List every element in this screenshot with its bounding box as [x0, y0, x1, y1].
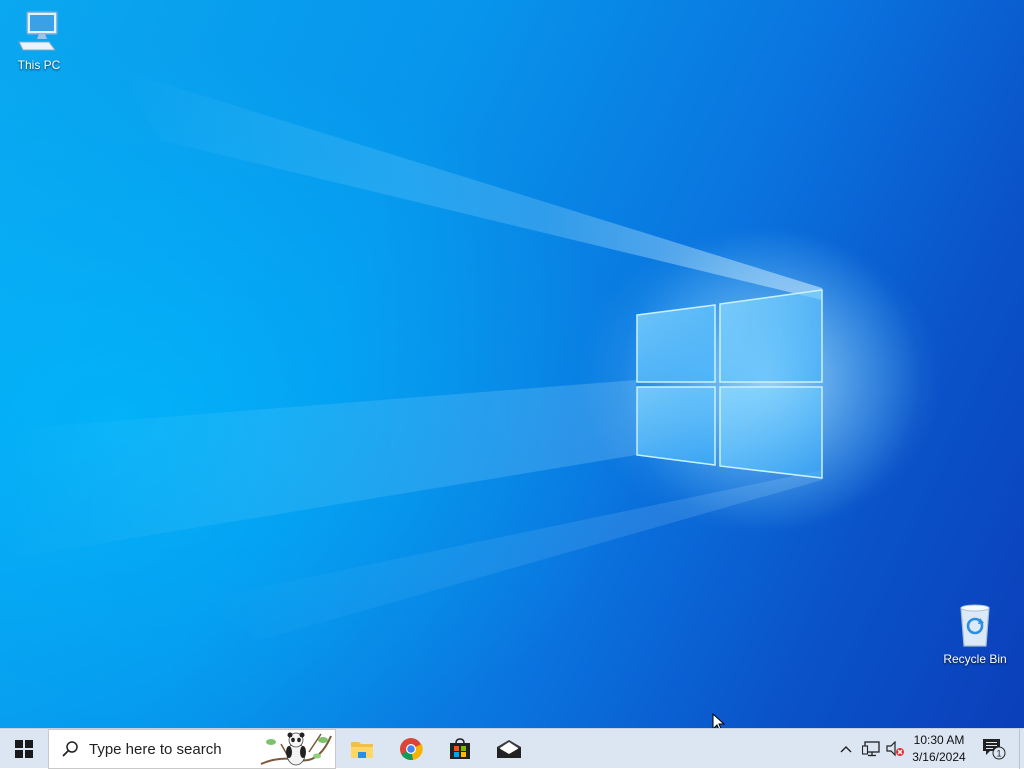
taskbar-file-explorer[interactable] — [338, 729, 386, 769]
taskbar: Type here to search 10:30 AM 3/16/2024 1 — [0, 728, 1024, 769]
tray-show-hidden-icons[interactable] — [836, 729, 856, 769]
desktop-icon-label: Recycle Bin — [943, 652, 1007, 666]
taskbar-mail[interactable] — [485, 729, 533, 769]
taskbar-chrome[interactable] — [387, 729, 435, 769]
windows-logo-wallpaper — [636, 289, 823, 479]
notification-count-badge: 1 — [996, 749, 1001, 759]
chrome-icon — [400, 738, 423, 760]
desktop-icon-label: This PC — [17, 58, 61, 72]
recycle-bin-icon — [951, 602, 999, 650]
clock-time: 10:30 AM — [913, 733, 965, 747]
windows-start-icon — [15, 740, 33, 758]
volume-muted-icon — [886, 741, 904, 757]
clock-date: 3/16/2024 — [912, 750, 966, 764]
action-center-button[interactable]: 1 — [976, 729, 1012, 769]
search-box[interactable]: Type here to search — [48, 729, 336, 769]
chevron-up-icon — [840, 746, 852, 753]
tray-network[interactable] — [859, 729, 883, 769]
taskbar-microsoft-store[interactable] — [436, 729, 484, 769]
desktop-icon-this-pc[interactable]: This PC — [1, 8, 77, 72]
start-button[interactable] — [0, 729, 48, 769]
search-highlight-panda-icon — [260, 732, 332, 766]
search-placeholder: Type here to search — [89, 740, 222, 758]
taskbar-clock[interactable]: 10:30 AM 3/16/2024 — [906, 729, 972, 769]
network-icon — [862, 741, 880, 757]
desktop-icon-recycle-bin[interactable]: Recycle Bin — [937, 602, 1013, 666]
mail-icon — [497, 740, 521, 758]
show-desktop-button[interactable] — [1019, 729, 1024, 769]
mouse-cursor-icon — [712, 713, 726, 728]
search-icon — [62, 741, 78, 757]
wallpaper-light-beams — [0, 70, 920, 640]
notifications-icon: 1 — [983, 739, 1006, 760]
tray-volume[interactable] — [883, 729, 907, 769]
desktop[interactable]: This PC Recycle Bin — [0, 0, 1024, 728]
folder-icon — [351, 742, 373, 758]
store-icon — [450, 738, 470, 759]
computer-icon — [15, 8, 63, 56]
